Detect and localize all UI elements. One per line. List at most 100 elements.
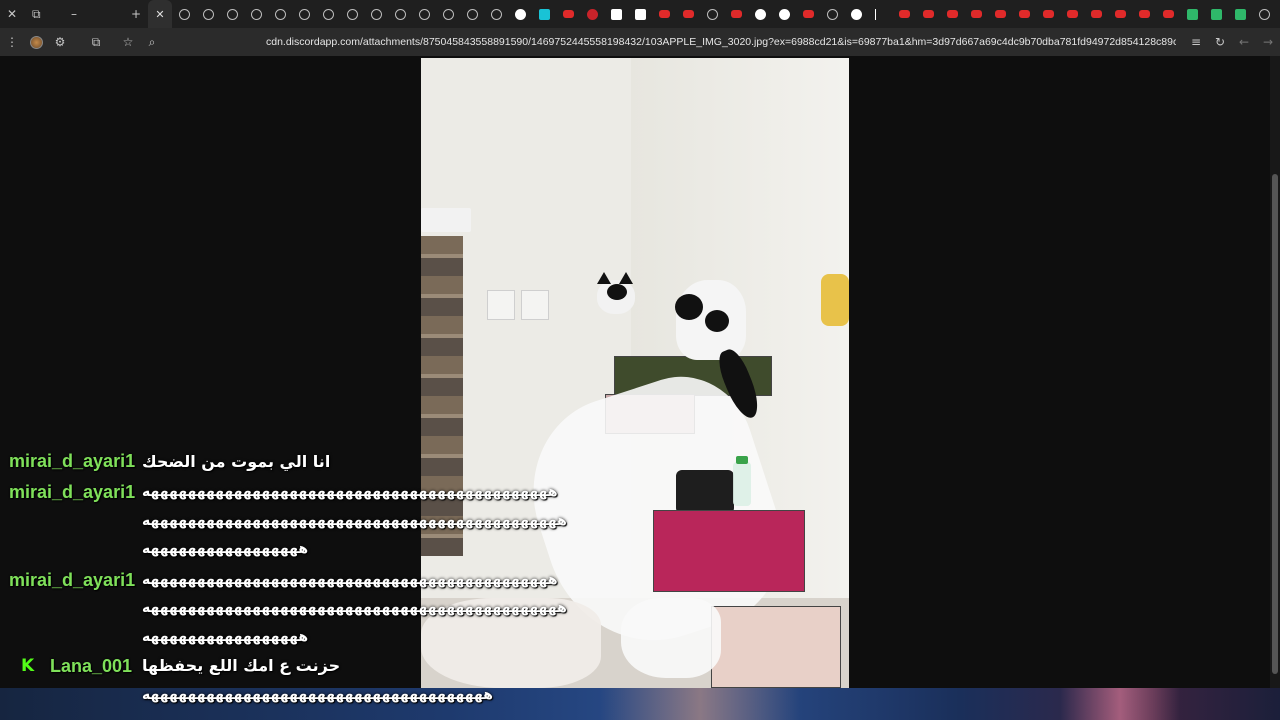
browser-tab[interactable] — [412, 0, 436, 28]
browser-toolbar: ⋮ ⚙ ⧉ ☆ ⌕ cdn.discordapp.com/attachments… — [0, 28, 1280, 56]
chat-username: mirai_d_ayari1 — [9, 570, 136, 590]
globe-icon — [1258, 8, 1270, 20]
browser-tab[interactable] — [1252, 0, 1276, 28]
browser-tab[interactable] — [1132, 0, 1156, 28]
page-scrollbar[interactable] — [1270, 56, 1280, 688]
youtube-icon — [1138, 10, 1150, 18]
google-icon — [754, 8, 766, 20]
globe-icon — [178, 8, 190, 20]
browser-tab[interactable] — [364, 0, 388, 28]
m-icon — [610, 8, 622, 20]
back-icon[interactable]: ← — [1232, 28, 1256, 56]
photo-cat-spot — [705, 310, 729, 332]
browser-tab[interactable] — [988, 0, 1012, 28]
browser-tab[interactable] — [484, 0, 508, 28]
youtube-icon — [1018, 10, 1030, 18]
browser-tab[interactable] — [820, 0, 844, 28]
browser-tab[interactable] — [1036, 0, 1060, 28]
globe-icon — [442, 8, 454, 20]
photo-cat-ear — [597, 272, 611, 284]
forward-icon[interactable]: → — [1256, 28, 1280, 56]
browser-tab[interactable] — [316, 0, 340, 28]
browser-tab[interactable] — [508, 0, 532, 28]
chat-message-text: هههههههههههههههههه — [142, 541, 309, 557]
browser-tab[interactable] — [964, 0, 988, 28]
new-tab-icon[interactable]: + — [124, 0, 148, 28]
page-viewport — [0, 56, 1280, 720]
browser-tab[interactable] — [676, 0, 700, 28]
close-window-icon[interactable]: ✕ — [0, 0, 24, 28]
browser-tab[interactable] — [604, 0, 628, 28]
globe-icon — [346, 8, 358, 20]
globe-icon — [706, 8, 718, 20]
toolbar-right: ≡ ↻ ← → — [1184, 28, 1280, 56]
bookmark-star-icon[interactable]: ☆ — [116, 28, 140, 56]
browser-tab[interactable] — [580, 0, 604, 28]
photo-box — [711, 606, 841, 688]
globe-icon — [274, 8, 286, 20]
browser-tab[interactable] — [220, 0, 244, 28]
youtube-icon — [802, 10, 814, 18]
zoom-icon[interactable]: ⌕ — [140, 28, 164, 56]
browser-tab[interactable] — [1156, 0, 1180, 28]
browser-tab[interactable] — [148, 0, 172, 28]
browser-tab[interactable] — [172, 0, 196, 28]
browser-tab[interactable] — [772, 0, 796, 28]
tune-icon[interactable]: ≡ — [1184, 28, 1208, 56]
browser-tab[interactable] — [892, 0, 916, 28]
globe-icon — [826, 8, 838, 20]
browser-tab[interactable] — [292, 0, 316, 28]
scrollbar-thumb[interactable] — [1272, 174, 1278, 674]
photo-shelf-top — [421, 208, 471, 232]
minimize-window-icon[interactable]: – — [62, 0, 86, 28]
browser-tab[interactable] — [268, 0, 292, 28]
browser-tab[interactable] — [340, 0, 364, 28]
youtube-icon — [970, 10, 982, 18]
browser-tab[interactable] — [1060, 0, 1084, 28]
cat-photo — [421, 58, 849, 688]
browser-tab[interactable] — [532, 0, 556, 28]
browser-tab[interactable] — [868, 0, 892, 28]
browser-tab[interactable] — [940, 0, 964, 28]
reload-icon[interactable]: ↻ — [1208, 28, 1232, 56]
browser-tab[interactable] — [628, 0, 652, 28]
youtube-icon — [946, 10, 958, 18]
globe-icon — [250, 8, 262, 20]
address-bar[interactable]: cdn.discordapp.com/attachments/875045843… — [266, 28, 1176, 56]
browser-tab[interactable] — [1108, 0, 1132, 28]
youtube-icon — [922, 10, 934, 18]
browser-tab[interactable] — [796, 0, 820, 28]
youtube-icon — [1090, 10, 1102, 18]
globe-icon — [226, 8, 238, 20]
browser-tab[interactable] — [724, 0, 748, 28]
photo-socket — [521, 290, 549, 320]
profile-icon[interactable] — [24, 28, 48, 56]
tiktok-icon — [778, 8, 790, 20]
browser-tab[interactable] — [1204, 0, 1228, 28]
menu-icon[interactable]: ⋮ — [0, 28, 24, 56]
chat-username: Lana_001 — [50, 656, 133, 676]
chat-message-text: هههههههههههههههههه — [142, 629, 309, 645]
photo-cat-ear — [619, 272, 633, 284]
browser-tab[interactable] — [748, 0, 772, 28]
browser-tab[interactable] — [388, 0, 412, 28]
browser-tab[interactable] — [196, 0, 220, 28]
browser-tab[interactable] — [1228, 0, 1252, 28]
browser-tab[interactable] — [460, 0, 484, 28]
settings-icon[interactable]: ⚙ — [48, 28, 72, 56]
chat-username: mirai_d_ayari1 — [9, 482, 136, 502]
browser-tab[interactable] — [1180, 0, 1204, 28]
extensions-icon[interactable]: ⧉ — [84, 28, 108, 56]
browser-tab[interactable] — [652, 0, 676, 28]
browser-tab[interactable] — [436, 0, 460, 28]
browser-tab[interactable] — [916, 0, 940, 28]
browser-tab[interactable] — [1084, 0, 1108, 28]
browser-tab[interactable] — [556, 0, 580, 28]
browser-tab[interactable] — [700, 0, 724, 28]
browser-tab[interactable] — [1012, 0, 1036, 28]
photo-bottle-cap — [736, 456, 748, 464]
browser-tab[interactable] — [244, 0, 268, 28]
globe-icon — [298, 8, 310, 20]
chat-message-text: هههههههههههههههههههههههههههههههههههههه — [142, 687, 494, 703]
browser-tab[interactable] — [844, 0, 868, 28]
